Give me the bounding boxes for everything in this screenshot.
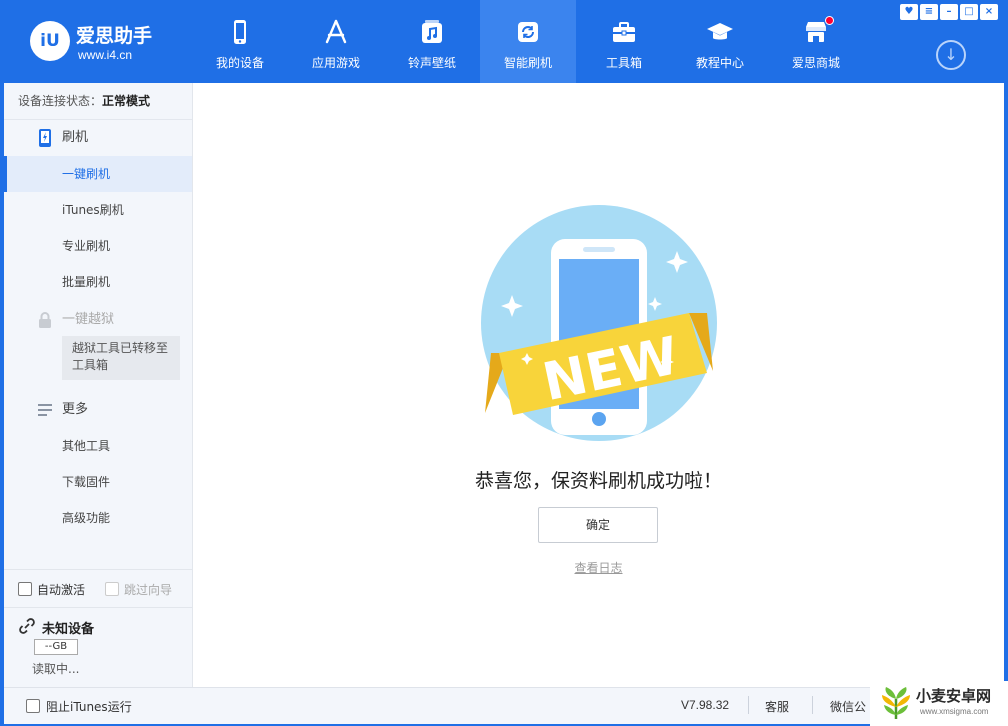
nav-apps-games[interactable]: 应用游戏 xyxy=(288,0,384,83)
divider xyxy=(4,607,192,608)
status-label: 设备连接状态： xyxy=(18,94,103,108)
skin-icon[interactable]: ♥ xyxy=(900,4,918,20)
notification-dot xyxy=(825,16,834,25)
skip-guide-checkbox[interactable] xyxy=(105,582,119,596)
maximize-icon[interactable]: □ xyxy=(960,4,978,20)
device-status: 读取中... xyxy=(32,662,80,676)
sidebar-item-pro-flash[interactable]: 专业刷机 xyxy=(4,228,192,264)
auto-activate-checkbox[interactable] xyxy=(18,582,32,596)
nav-label: 应用游戏 xyxy=(311,56,360,70)
toolbox-icon xyxy=(613,22,635,42)
nav-label: 教程中心 xyxy=(695,56,744,70)
nav-ringtones[interactable]: 铃声壁纸 xyxy=(384,0,480,83)
skip-guide-label: 跳过向导 xyxy=(124,583,173,597)
nav-tutorials[interactable]: 教程中心 xyxy=(672,0,768,83)
nav-my-device[interactable]: 我的设备 xyxy=(192,0,288,83)
app-logo: iU 爱思助手 www.i4.cn xyxy=(28,20,168,66)
sidebar: 设备连接状态：正常模式 刷机 一键刷机 iTunes刷机 专业刷机 批量刷机 一… xyxy=(4,83,193,687)
divider xyxy=(748,696,749,714)
customer-service-link[interactable]: 客服 xyxy=(765,698,789,715)
music-icon xyxy=(422,20,442,43)
link-icon xyxy=(19,618,35,634)
nav-store[interactable]: 爱思商城 xyxy=(768,0,864,83)
status-value: 正常模式 xyxy=(102,94,151,108)
refresh-icon xyxy=(518,22,538,42)
flash-phone-icon xyxy=(39,129,51,147)
nav-label: 爱思商城 xyxy=(791,56,840,70)
confirm-button[interactable]: 确定 xyxy=(538,507,658,543)
block-itunes-label: 阻止iTunes运行 xyxy=(46,700,132,714)
graduation-cap-icon xyxy=(707,23,733,40)
download-icon[interactable]: ↓ xyxy=(936,40,966,70)
logo-mark-icon: iU xyxy=(30,21,70,61)
main-nav: 我的设备 应用游戏 铃声壁纸 智能刷机 工具箱 教程中心 爱思商城 xyxy=(192,0,864,83)
phone-icon xyxy=(234,20,246,44)
section-label: 刷机 xyxy=(62,130,89,145)
view-log-link: 查看日志 xyxy=(193,559,1004,576)
version-label: V7.98.32 xyxy=(681,698,730,712)
nav-label: 铃声壁纸 xyxy=(407,56,456,70)
app-store-icon xyxy=(325,19,347,44)
watermark-url: www.xmsigma.com xyxy=(920,707,989,716)
view-log-text[interactable]: 查看日志 xyxy=(574,561,622,575)
section-label: 更多 xyxy=(62,402,89,417)
connection-status: 设备连接状态：正常模式 xyxy=(4,83,192,120)
divider xyxy=(4,569,192,570)
section-jailbreak: 一键越狱 xyxy=(4,302,192,338)
success-illustration: NEW xyxy=(481,205,717,441)
section-label: 一键越狱 xyxy=(62,312,115,327)
window-controls: ♥ ≡ – □ × xyxy=(898,4,998,20)
nav-smart-flash[interactable]: 智能刷机 xyxy=(480,0,576,83)
sidebar-item-other-tools[interactable]: 其他工具 xyxy=(4,428,192,464)
nav-label: 工具箱 xyxy=(605,56,642,70)
block-itunes-checkbox[interactable] xyxy=(26,699,40,713)
nav-toolbox[interactable]: 工具箱 xyxy=(576,0,672,83)
sidebar-item-one-click-flash[interactable]: 一键刷机 xyxy=(4,156,192,192)
sidebar-item-download-firmware[interactable]: 下载固件 xyxy=(4,464,192,500)
top-bar: iU 爱思助手 www.i4.cn 我的设备 应用游戏 铃声壁纸 智能刷机 工具… xyxy=(4,0,1004,83)
sidebar-item-itunes-flash[interactable]: iTunes刷机 xyxy=(4,192,192,228)
device-capacity: --GB xyxy=(34,639,78,655)
menu-icon[interactable]: ≡ xyxy=(920,4,938,20)
logo-url: www.i4.cn xyxy=(78,48,133,62)
watermark-logo-icon xyxy=(882,687,910,719)
section-more: 更多 xyxy=(4,392,192,428)
wechat-link[interactable]: 微信公 xyxy=(830,698,866,715)
list-icon xyxy=(38,404,52,416)
close-icon[interactable]: × xyxy=(980,4,998,20)
jailbreak-note: 越狱工具已转移至工具箱 xyxy=(62,336,180,380)
nav-label: 我的设备 xyxy=(215,56,264,70)
divider xyxy=(812,696,813,714)
status-bar: 阻止iTunes运行 V7.98.32 客服 微信公 xyxy=(4,687,1004,724)
minimize-icon[interactable]: – xyxy=(940,4,958,20)
success-message: 恭喜您，保资料刷机成功啦！ xyxy=(474,470,722,492)
sidebar-item-advanced[interactable]: 高级功能 xyxy=(4,500,192,536)
site-watermark: 小麦安卓网 www.xmsigma.com xyxy=(870,681,1008,726)
device-name: 未知设备 xyxy=(42,622,95,637)
watermark-name: 小麦安卓网 xyxy=(916,687,992,705)
nav-label: 智能刷机 xyxy=(503,56,552,70)
logo-name: 爱思助手 xyxy=(76,25,153,47)
sidebar-item-batch-flash[interactable]: 批量刷机 xyxy=(4,264,192,300)
auto-activate-label: 自动激活 xyxy=(37,583,86,597)
main-content: NEW 恭喜您，保资料刷机成功啦！ 确定 查看日志 xyxy=(193,83,1004,687)
section-flash: 刷机 xyxy=(4,120,192,156)
lock-icon xyxy=(39,312,51,328)
